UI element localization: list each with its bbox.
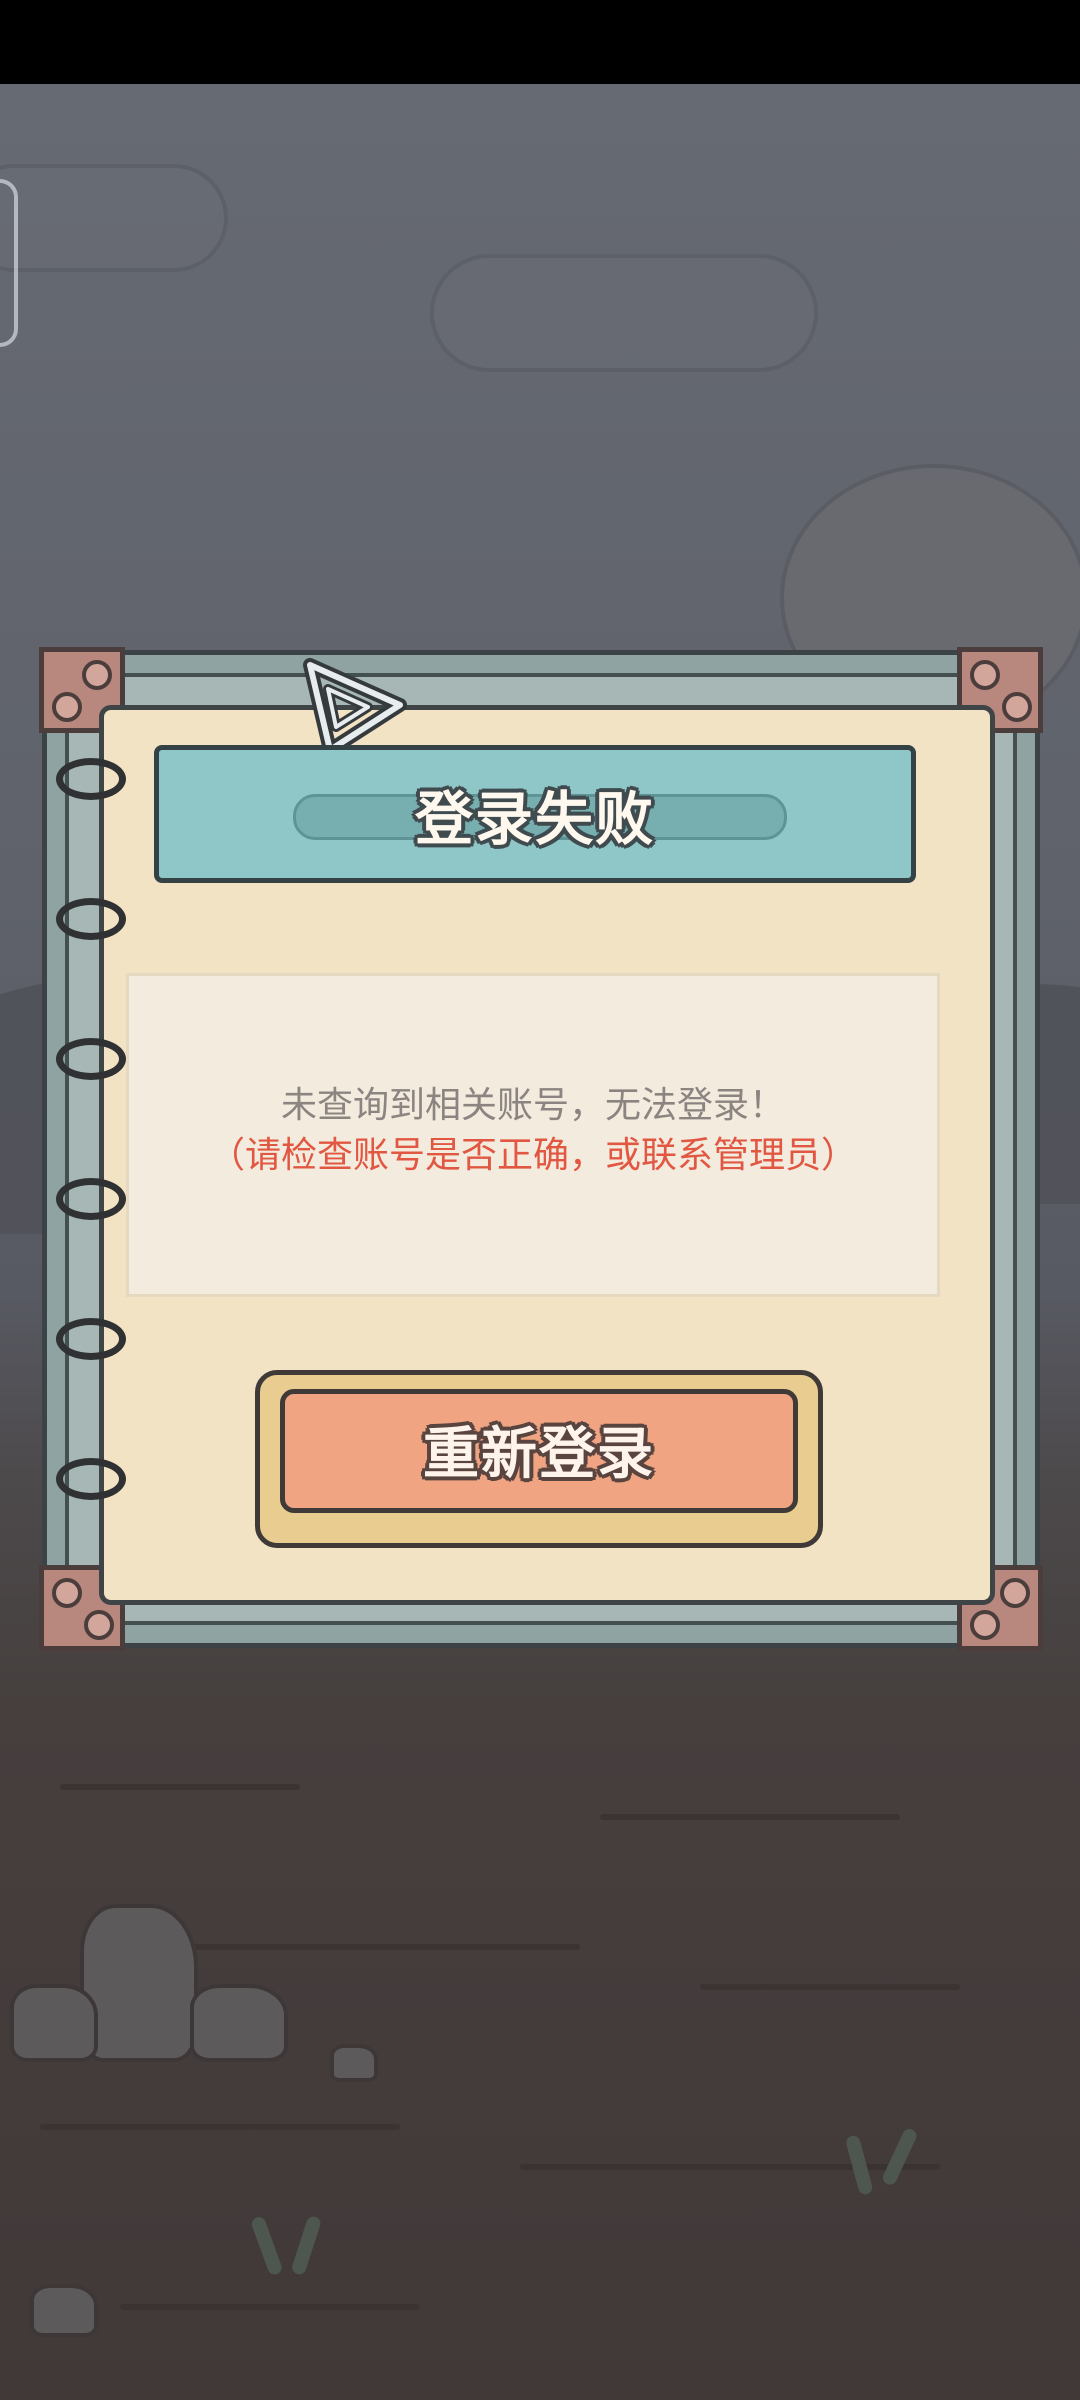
relogin-button[interactable]: 重新登录 — [255, 1370, 823, 1548]
binder-ring-icon — [56, 1038, 126, 1080]
rock-decoration — [10, 1984, 98, 2062]
cloud-decoration — [0, 164, 228, 272]
binder-ring-icon — [56, 1178, 126, 1220]
plant-decoration — [880, 2126, 919, 2187]
side-handle[interactable] — [0, 179, 18, 347]
binder-ring-icon — [56, 1458, 126, 1500]
plant-decoration — [290, 2214, 323, 2277]
message-text: 未查询到相关账号，无法登录！ — [280, 1085, 785, 1126]
status-bar — [0, 0, 1080, 84]
ground-line — [60, 1784, 300, 1790]
cloud-decoration — [430, 254, 818, 372]
relogin-button-label: 重新登录 — [423, 1422, 655, 1487]
rock-decoration — [190, 1984, 288, 2062]
ground-line — [160, 1944, 580, 1950]
binder-ring-icon — [56, 758, 126, 800]
binder-ring-icon — [56, 898, 126, 940]
ground-line — [120, 2304, 420, 2310]
ground-line — [520, 2164, 940, 2170]
message-box: 未查询到相关账号，无法登录！ （请检查账号是否正确，或联系管理员） — [126, 973, 940, 1297]
plant-decoration — [249, 2215, 284, 2277]
ground-line — [700, 1984, 960, 1990]
ground-line — [40, 2124, 400, 2130]
rock-decoration — [330, 2044, 378, 2082]
rock-decoration — [30, 2284, 98, 2337]
dialog-title: 登录失败 — [414, 785, 655, 853]
title-banner: 登录失败 — [154, 745, 916, 883]
ground-line — [600, 1814, 900, 1820]
error-hint-text: （请检查账号是否正确，或联系管理员） — [208, 1135, 857, 1176]
binder-ring-icon — [56, 1318, 126, 1360]
